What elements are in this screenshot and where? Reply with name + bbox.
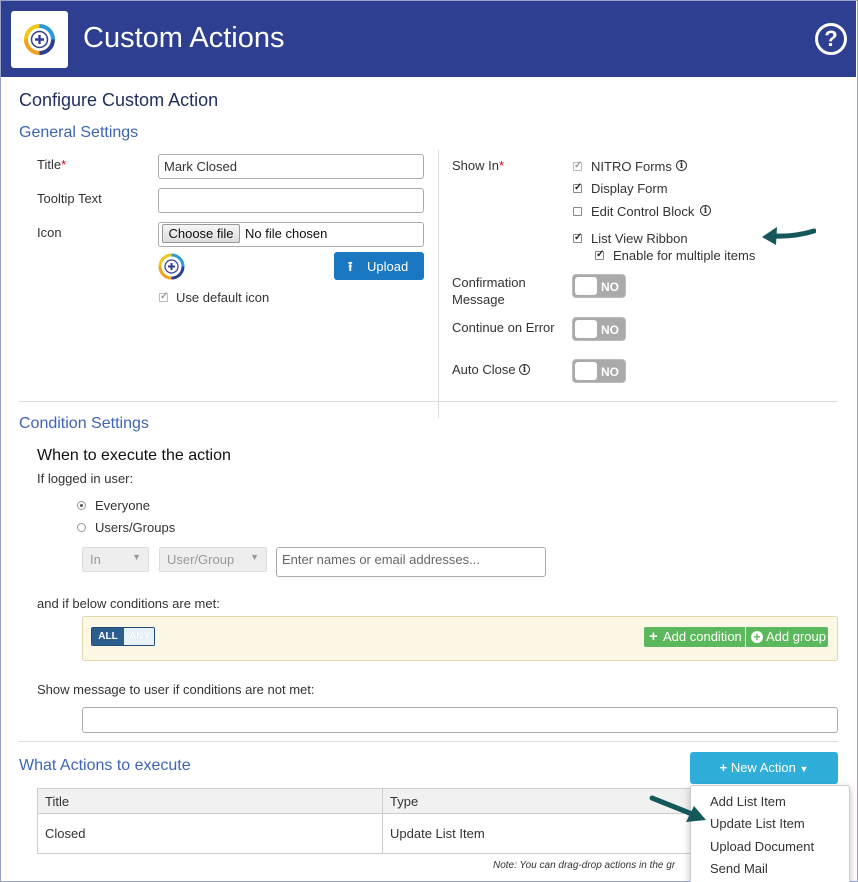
nitro-forms-info-icon[interactable]: i	[676, 160, 687, 171]
plus-icon: +	[719, 760, 728, 775]
everyone-radio[interactable]	[77, 501, 86, 510]
title-input[interactable]: Mark Closed	[158, 154, 424, 179]
title-label: Title*	[37, 157, 67, 172]
plus-icon: +	[649, 628, 658, 645]
nitro-forms-checkbox[interactable]	[573, 160, 582, 171]
users-groups-label: Users/Groups	[95, 520, 176, 535]
new-action-button[interactable]: + New Action ▼	[690, 752, 838, 784]
table-row[interactable]: Closed	[37, 814, 383, 854]
app-header: Custom Actions ?	[1, 1, 856, 77]
users-groups-radio[interactable]	[77, 523, 86, 532]
icon-label: Icon	[37, 225, 62, 240]
column-divider	[438, 150, 439, 418]
general-settings-heading: General Settings	[19, 124, 139, 141]
upload-label: Upload	[367, 259, 409, 274]
display-form-label: Display Form	[591, 181, 668, 196]
in-select[interactable]: In ▼	[82, 547, 149, 572]
menu-item-send-mail[interactable]: Send Mail	[710, 861, 768, 876]
chevron-down-icon: ▼	[250, 552, 259, 562]
all-any-switch[interactable]: ALL ANY	[91, 627, 155, 646]
conditions-builder: ALL ANY + Add condition + Add group	[82, 616, 838, 661]
auto-close-toggle[interactable]: NO	[572, 359, 626, 383]
when-heading: When to execute the action	[37, 447, 231, 464]
nitro-forms-label: NITRO Forms	[591, 159, 672, 174]
add-group-button[interactable]: + Add group	[746, 627, 828, 647]
everyone-label: Everyone	[95, 498, 150, 513]
edit-control-block-checkbox[interactable]	[573, 207, 582, 216]
show-message-label: Show message to user if conditions are n…	[37, 682, 315, 697]
tooltip-label: Tooltip Text	[37, 191, 102, 206]
use-default-icon-checkbox[interactable]	[159, 291, 168, 302]
auto-close-info-icon[interactable]: i	[519, 364, 530, 375]
continue-on-error-toggle[interactable]: NO	[572, 317, 626, 341]
default-icon-preview-icon	[158, 253, 185, 280]
menu-item-update-list-item[interactable]: Update List Item	[710, 816, 805, 831]
names-input[interactable]: Enter names or email addresses...	[276, 547, 546, 577]
section-divider	[19, 401, 838, 402]
user-group-select[interactable]: User/Group ▼	[159, 547, 267, 572]
page-title: Configure Custom Action	[19, 90, 219, 110]
enable-multiple-checkbox[interactable]	[595, 249, 604, 260]
edit-control-block-info-icon[interactable]: i	[700, 205, 711, 216]
enable-multiple-label: Enable for multiple items	[613, 248, 756, 263]
edit-control-block-label: Edit Control Block	[591, 204, 695, 219]
menu-item-add-list-item[interactable]: Add List Item	[710, 794, 786, 809]
upload-icon: ⭱	[348, 259, 353, 274]
confirmation-message-label: Confirmation Message	[452, 275, 526, 307]
menu-item-upload-document[interactable]: Upload Document	[710, 839, 814, 854]
condition-settings-heading: Condition Settings	[19, 415, 149, 432]
caret-down-icon: ▼	[799, 764, 809, 774]
new-action-menu: Add List Item Update List Item Upload Do…	[690, 785, 850, 882]
below-conditions-label: and if below conditions are met:	[37, 596, 220, 611]
plus-circle-icon: +	[751, 631, 763, 643]
tooltip-input[interactable]	[158, 188, 424, 213]
list-view-ribbon-label: List View Ribbon	[591, 231, 688, 246]
add-condition-button[interactable]: + Add condition	[644, 627, 745, 647]
auto-close-label: Auto Close	[452, 362, 516, 377]
if-logged-in-label: If logged in user:	[37, 471, 134, 486]
actions-heading: What Actions to execute	[19, 757, 191, 774]
choose-file-button[interactable]: Choose file	[162, 224, 240, 243]
column-header-title: Title	[37, 788, 383, 814]
display-form-checkbox[interactable]	[573, 182, 582, 193]
all-option[interactable]: ALL	[92, 628, 124, 645]
show-in-label: Show In*	[452, 158, 505, 173]
any-option[interactable]: ANY	[124, 628, 154, 645]
section-divider	[19, 741, 838, 742]
list-view-ribbon-checkbox[interactable]	[573, 232, 582, 243]
help-icon[interactable]: ?	[815, 23, 847, 55]
message-input[interactable]	[82, 707, 838, 733]
drag-drop-note: Note: You can drag-drop actions in the g…	[493, 860, 676, 871]
confirmation-message-toggle[interactable]: NO	[572, 274, 626, 298]
annotation-arrow-icon	[649, 795, 706, 822]
chevron-down-icon: ▼	[132, 552, 141, 562]
continue-on-error-label: Continue on Error	[452, 320, 555, 335]
use-default-icon-label: Use default icon	[176, 290, 270, 305]
annotation-arrow-icon	[762, 227, 816, 245]
upload-button[interactable]: ⭱ Upload	[334, 252, 424, 280]
custom-action-logo-icon	[24, 24, 55, 55]
no-file-text: No file chosen	[245, 226, 328, 241]
app-logo	[11, 11, 68, 68]
header-title: Custom Actions	[83, 22, 285, 54]
